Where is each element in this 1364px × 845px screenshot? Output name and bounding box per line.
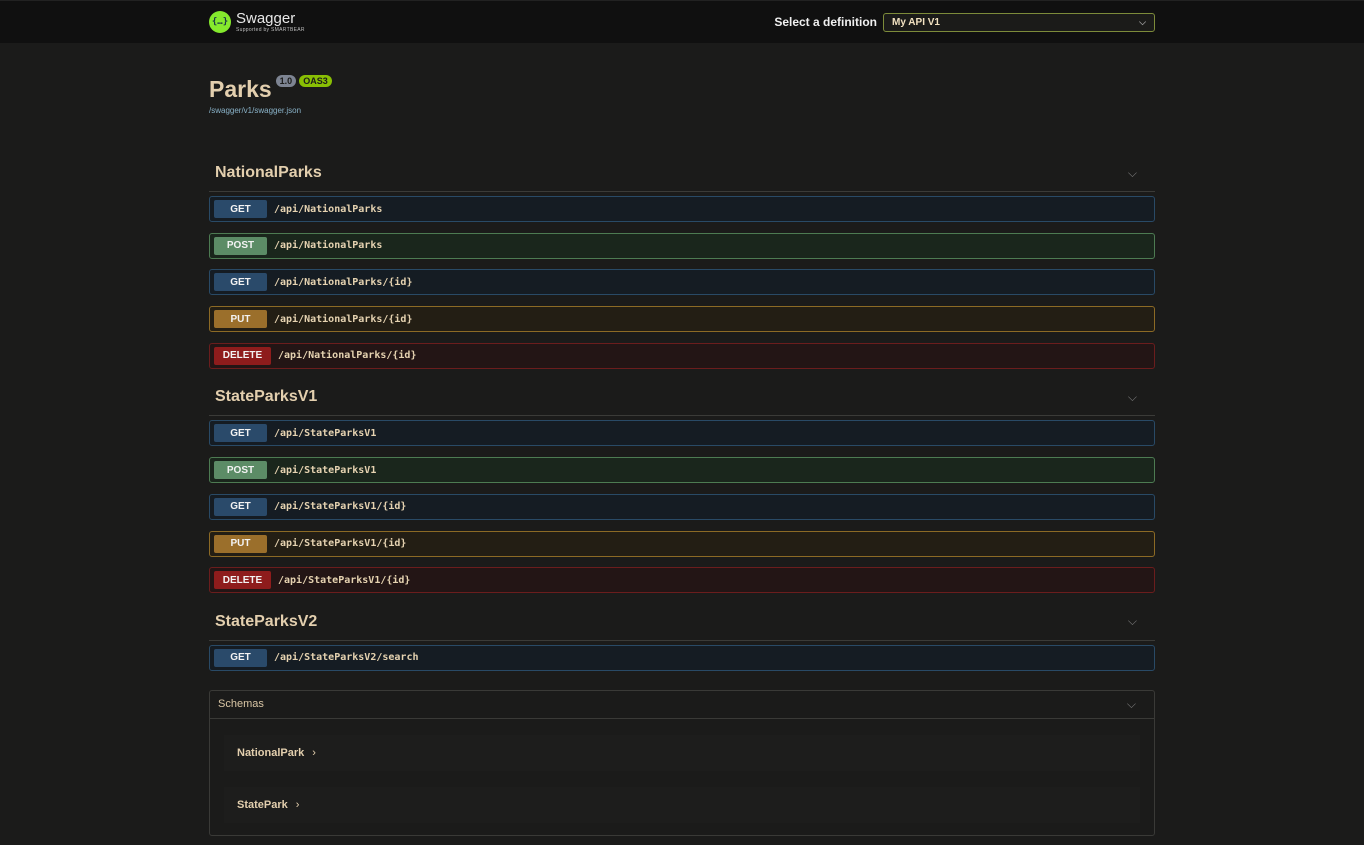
schemas-section: Schemas ⌵ NationalPark › StatePark ›	[209, 689, 1155, 836]
definition-select[interactable]: My API V1 ⌵	[883, 12, 1155, 32]
method-badge: PUT	[214, 534, 267, 553]
main-content: Parks 1.0 OAS3 /swagger/v1/swagger.json …	[209, 42, 1155, 836]
version-badge: 1.0	[275, 75, 297, 87]
method-badge: GET	[214, 648, 267, 667]
method-badge: PUT	[214, 310, 267, 329]
operation-post[interactable]: POST/api/StateParksV1	[209, 457, 1155, 484]
topbar: {…} Swagger Supported by SMARTBEAR Selec…	[0, 0, 1364, 43]
tag-title: NationalParks	[215, 164, 322, 181]
chevron-right-icon: ›	[295, 798, 300, 811]
api-title: Parks	[209, 76, 272, 102]
api-info: Parks 1.0 OAS3 /swagger/v1/swagger.json	[209, 42, 1155, 155]
method-badge: DELETE	[214, 346, 271, 365]
chevron-down-icon: ⌵	[1127, 389, 1137, 404]
chevron-down-icon: ⌵	[1127, 165, 1137, 180]
operation-put[interactable]: PUT/api/NationalParks/{id}	[209, 306, 1155, 333]
operation-post[interactable]: POST/api/NationalParks	[209, 232, 1155, 259]
method-badge: GET	[214, 424, 267, 443]
swagger-logo-icon: {…}	[209, 11, 231, 33]
operation-path: /api/StateParksV1	[274, 427, 377, 439]
definition-select-value: My API V1	[892, 16, 940, 28]
logo-name: Swagger	[236, 10, 296, 27]
chevron-down-icon: ⌵	[1126, 696, 1136, 711]
method-badge: DELETE	[214, 571, 271, 590]
tag-header-nationalparks[interactable]: NationalParks ⌵	[209, 155, 1155, 192]
spec-link[interactable]: /swagger/v1/swagger.json	[209, 106, 1155, 115]
method-badge: POST	[214, 461, 267, 480]
method-badge: GET	[214, 497, 267, 516]
operation-get[interactable]: GET/api/NationalParks/{id}	[209, 269, 1155, 296]
schemas-title: Schemas	[218, 698, 264, 711]
operation-get[interactable]: GET/api/StateParksV1	[209, 420, 1155, 447]
operations-list: NationalParks ⌵ GET/api/NationalParks POST /…	[209, 155, 1155, 671]
chevron-down-icon: ⌵	[1127, 614, 1137, 629]
schema-name: StatePark	[237, 798, 288, 811]
tag-header-stateparksv2[interactable]: StateParksV2 ⌵	[209, 604, 1155, 641]
operation-path: /api/StateParksV1/{id}	[278, 574, 411, 586]
schema-item-nationalpark[interactable]: NationalPark ›	[224, 734, 1140, 771]
operation-path: /api/StateParksV2/search	[274, 652, 419, 664]
method-badge: GET	[214, 200, 267, 218]
operation-delete[interactable]: DELETE/api/NationalParks/{id}	[209, 342, 1155, 369]
method-badge: POST	[214, 236, 267, 255]
operation-get[interactable]: GET/api/StateParksV2/search	[209, 644, 1155, 671]
tag-title: StateParksV1	[215, 388, 318, 406]
tag-title: StateParksV2	[215, 612, 318, 630]
swagger-logo[interactable]: {…} Swagger Supported by SMARTBEAR	[209, 11, 305, 33]
operation-delete[interactable]: DELETE/api/StateParksV1/{id}	[209, 567, 1155, 594]
operation-path: /api/NationalParks/{id}	[278, 350, 417, 362]
chevron-down-icon: ⌵	[1139, 16, 1146, 27]
oas-badge: OAS3	[299, 75, 332, 87]
operation-get[interactable]: GET/api/NationalParks	[209, 196, 1155, 222]
logo-sub: Supported by SMARTBEAR	[236, 27, 305, 33]
schema-item-statepark[interactable]: StatePark ›	[224, 786, 1140, 823]
operation-path: /api/NationalParks	[274, 240, 383, 252]
tag-header-stateparksv1[interactable]: StateParksV1 ⌵	[209, 379, 1155, 417]
schemas-header[interactable]: Schemas ⌵	[210, 691, 1154, 719]
operation-path: /api/NationalParks/{id}	[274, 276, 413, 288]
schema-name: NationalPark	[237, 746, 305, 759]
operation-get[interactable]: GET/api/StateParksV1/{id}	[209, 493, 1155, 520]
method-badge: GET	[214, 273, 267, 292]
operation-path: /api/NationalParks	[274, 203, 383, 215]
operation-path: /api/StateParksV1/{id}	[274, 538, 407, 549]
operation-path: /api/StateParksV1/{id}	[274, 501, 407, 513]
operation-put[interactable]: PUT/api/StateParksV1/{id}	[209, 530, 1155, 557]
operation-path: /api/NationalParks/{id}	[274, 313, 413, 325]
operation-path: /api/StateParksV1	[274, 464, 377, 476]
chevron-right-icon: ›	[312, 746, 316, 759]
definition-label: Select a definition	[774, 15, 877, 29]
